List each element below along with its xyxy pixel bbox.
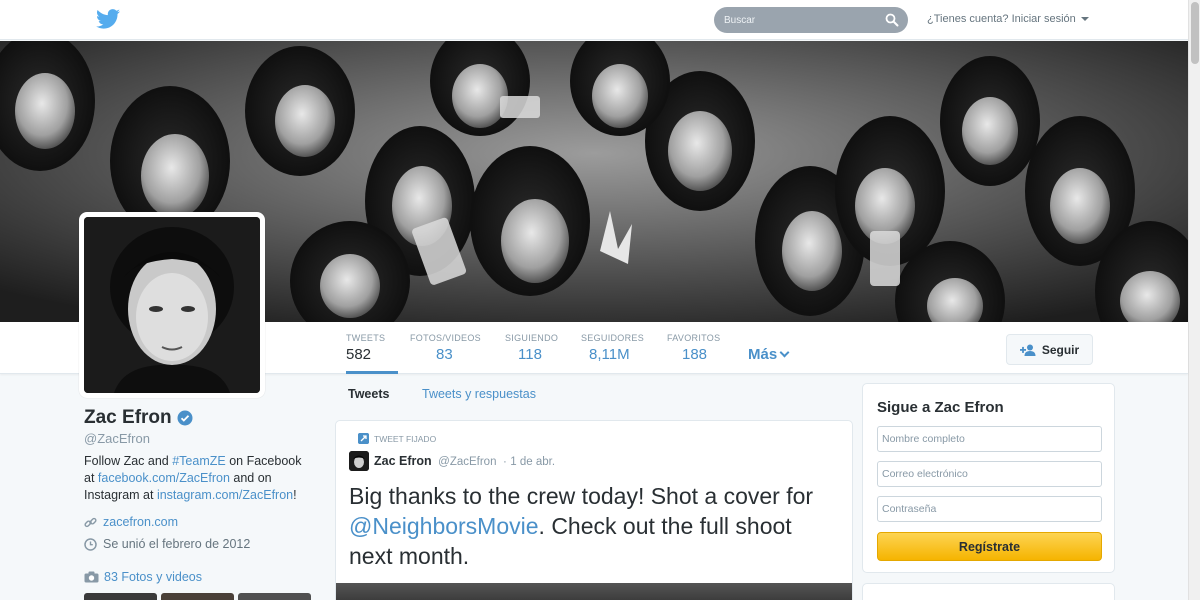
stat-value: 118 bbox=[518, 346, 542, 363]
photo-thumbnail[interactable] bbox=[238, 593, 311, 600]
stat-label: Siguiendo bbox=[505, 333, 559, 343]
stat-following[interactable]: Siguiendo 118 bbox=[505, 322, 558, 374]
caret-down-icon bbox=[1080, 17, 1089, 22]
stat-followers[interactable]: Seguidores 8,11M bbox=[581, 322, 644, 374]
joined-text: Se unió el febrero de 2012 bbox=[103, 537, 251, 551]
hashtag-link[interactable]: #TeamZE bbox=[172, 454, 226, 468]
tweet-avatar-image bbox=[349, 451, 369, 471]
pinned-text: TWEET FIJADO bbox=[374, 433, 437, 444]
pinned-label: TWEET FIJADO bbox=[358, 433, 436, 444]
tab-tweets[interactable]: Tweets bbox=[348, 387, 389, 401]
twitter-bird-icon[interactable] bbox=[96, 9, 120, 29]
tweet-text-part: Big thanks to the crew today! Shot a cov… bbox=[349, 483, 814, 509]
login-text: ¿Tienes cuenta? Iniciar sesión bbox=[927, 13, 1076, 25]
login-dropdown[interactable]: ¿Tienes cuenta? Iniciar sesión bbox=[927, 13, 1089, 25]
sidebar-card bbox=[862, 583, 1115, 600]
bio-text: Follow Zac and bbox=[84, 454, 173, 468]
tweet-author-name[interactable]: Zac Efron bbox=[374, 454, 432, 468]
facebook-link[interactable]: facebook.com/ZacEfron bbox=[98, 471, 230, 485]
password-field[interactable] bbox=[877, 496, 1102, 522]
camera-icon bbox=[84, 571, 99, 583]
profile-handle: @ZacEfron bbox=[84, 431, 150, 446]
signup-card: Sigue a Zac Efron Regístrate bbox=[862, 383, 1115, 573]
profile-avatar[interactable] bbox=[79, 212, 265, 398]
stat-label: Tweets bbox=[346, 333, 386, 343]
tweet-text: Big thanks to the crew today! Shot a cov… bbox=[349, 481, 829, 571]
more-label: Más bbox=[748, 346, 778, 363]
pinned-tweet[interactable]: TWEET FIJADO Zac Efron @ZacEfron · 1 de … bbox=[335, 420, 853, 600]
follow-button[interactable]: Seguir bbox=[1006, 334, 1093, 365]
profile-joined: Se unió el febrero de 2012 bbox=[84, 537, 250, 551]
stat-label: Seguidores bbox=[581, 333, 645, 343]
tweet-author-handle[interactable]: @ZacEfron bbox=[438, 456, 496, 468]
chevron-down-icon bbox=[779, 347, 790, 358]
stat-value: 8,11M bbox=[589, 346, 630, 363]
tweet-media[interactable] bbox=[336, 583, 852, 600]
tweet-avatar[interactable] bbox=[349, 451, 369, 471]
dot-separator: · bbox=[502, 456, 507, 468]
fullname-field[interactable] bbox=[877, 426, 1102, 452]
photos-link-text: 83 Fotos y videos bbox=[104, 570, 202, 584]
avatar bbox=[84, 217, 260, 393]
profile-name: Zac Efron bbox=[84, 407, 193, 429]
email-field[interactable] bbox=[877, 461, 1102, 487]
signup-title: Sigue a Zac Efron bbox=[877, 399, 1004, 416]
top-bar: ¿Tienes cuenta? Iniciar sesión bbox=[0, 0, 1188, 40]
photos-videos-link[interactable]: 83 Fotos y videos bbox=[84, 570, 202, 584]
stat-value: 582 bbox=[346, 346, 372, 363]
search-icon[interactable] bbox=[885, 13, 899, 27]
profile-name-text: Zac Efron bbox=[84, 407, 172, 428]
photo-thumbnail[interactable] bbox=[161, 593, 234, 600]
mention-link[interactable]: @NeighborsMovie bbox=[349, 513, 539, 539]
verified-badge-icon bbox=[177, 410, 193, 426]
tweet-date[interactable]: 1 de abr. bbox=[510, 456, 555, 468]
more-menu[interactable]: Más bbox=[748, 346, 790, 363]
photo-thumbnails bbox=[84, 593, 311, 600]
scrollbar-thumb[interactable] bbox=[1191, 2, 1199, 64]
profile-bio: Follow Zac and #TeamZE on Facebook at fa… bbox=[84, 453, 314, 504]
instagram-link[interactable]: instagram.com/ZacEfron bbox=[157, 488, 293, 502]
follow-label: Seguir bbox=[1041, 342, 1080, 357]
photo-thumbnail[interactable] bbox=[84, 593, 157, 600]
search-box[interactable] bbox=[714, 7, 908, 33]
tab-tweets-replies[interactable]: Tweets y respuestas bbox=[422, 387, 536, 401]
follow-user-icon bbox=[1019, 344, 1036, 356]
search-input[interactable] bbox=[714, 7, 908, 33]
signup-button[interactable]: Regístrate bbox=[877, 532, 1102, 561]
calendar-clock-icon bbox=[84, 537, 97, 551]
stat-label: Fotos/videos bbox=[410, 333, 481, 343]
stat-photos[interactable]: Fotos/videos 83 bbox=[410, 322, 481, 374]
scrollbar[interactable] bbox=[1188, 0, 1200, 600]
bio-text: ! bbox=[293, 488, 297, 502]
profile-website: zacefron.com bbox=[84, 515, 178, 529]
tweet-header: Zac Efron @ZacEfron · 1 de abr. bbox=[374, 454, 555, 468]
stat-label: Favoritos bbox=[667, 333, 721, 343]
pin-icon bbox=[358, 433, 369, 444]
stat-tweets[interactable]: Tweets 582 bbox=[346, 322, 398, 374]
timeline-tabs: Tweets Tweets y respuestas bbox=[335, 374, 853, 414]
stat-value: 188 bbox=[682, 346, 708, 363]
website-link[interactable]: zacefron.com bbox=[103, 515, 178, 529]
stat-favorites[interactable]: Favoritos 188 bbox=[667, 322, 720, 374]
stat-value: 83 bbox=[436, 346, 453, 363]
link-icon bbox=[84, 517, 97, 527]
avatar-portrait-image bbox=[84, 217, 260, 393]
